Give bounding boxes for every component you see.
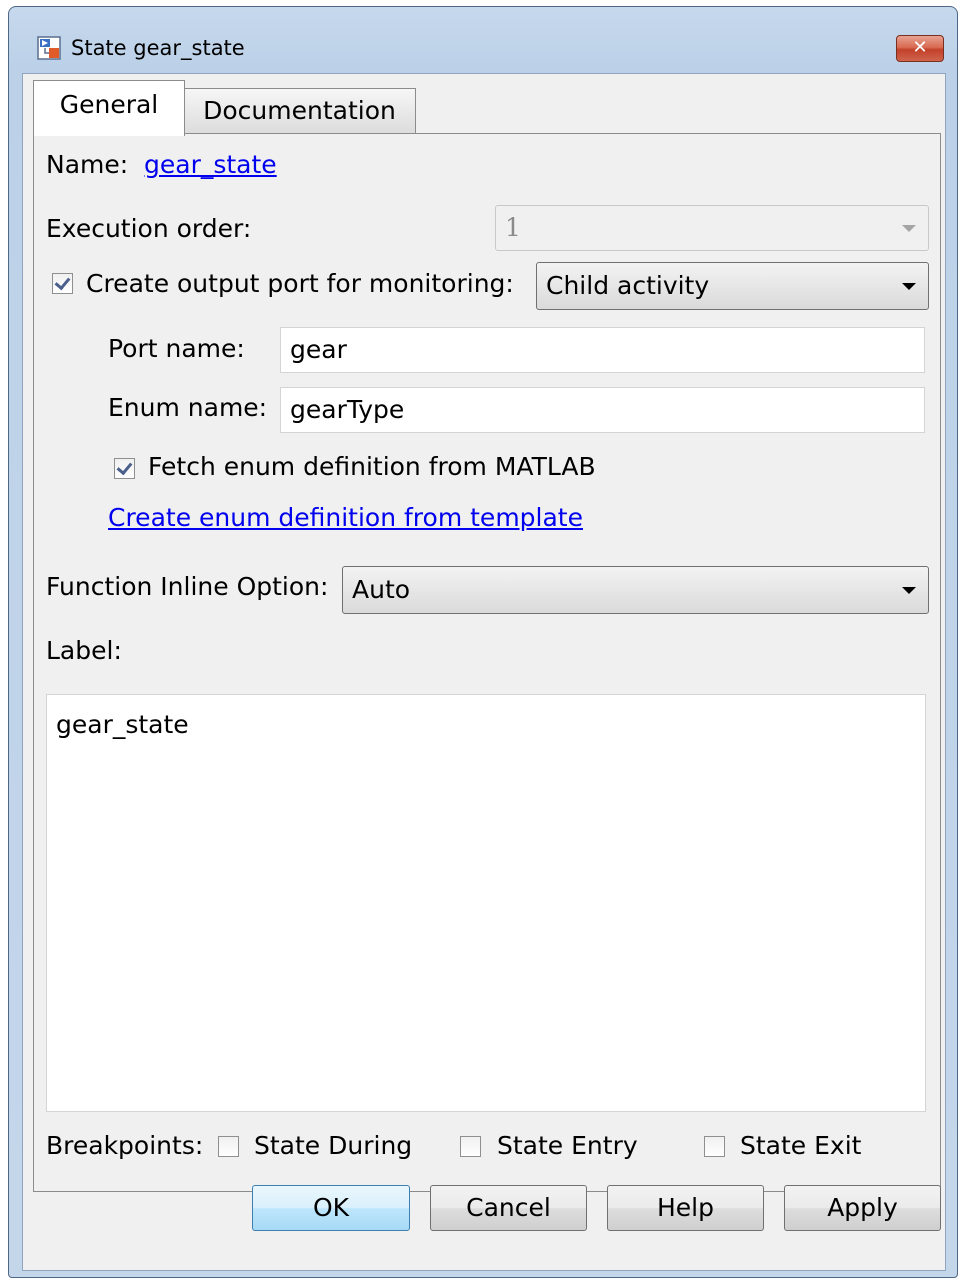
title-bar[interactable]: State gear_state ✕ (9, 7, 957, 69)
general-panel: Name: gear_state Execution order: 1 Crea… (33, 133, 941, 1192)
function-inline-label: Function Inline Option: (46, 572, 329, 601)
state-during-label: State During (254, 1131, 413, 1160)
tab-general[interactable]: General (33, 80, 185, 136)
apply-button[interactable]: Apply (784, 1185, 941, 1231)
window-title: State gear_state (71, 36, 245, 60)
label-label: Label: (46, 636, 122, 665)
tab-documentation[interactable]: Documentation (183, 88, 416, 134)
port-name-value: gear (290, 335, 347, 364)
create-enum-link[interactable]: Create enum definition from template (108, 503, 583, 532)
stateflow-state-icon (37, 36, 61, 60)
close-icon: ✕ (912, 37, 928, 58)
close-button[interactable]: ✕ (896, 35, 944, 62)
fetch-enum-checkbox[interactable] (114, 458, 135, 479)
create-output-port-checkbox[interactable] (52, 273, 73, 294)
state-during-checkbox[interactable] (218, 1136, 239, 1157)
create-output-port-label: Create output port for monitoring: (86, 269, 514, 298)
tab-general-label: General (59, 90, 159, 119)
name-label: Name: (46, 150, 129, 179)
label-textarea[interactable]: gear_state (46, 694, 926, 1112)
execution-order-value: 1 (505, 213, 521, 242)
label-value: gear_state (56, 710, 189, 739)
state-entry-label: State Entry (497, 1131, 638, 1160)
enum-name-value: gearType (290, 395, 405, 424)
state-exit-label: State Exit (740, 1131, 862, 1160)
execution-order-select: 1 (495, 205, 929, 251)
enum-name-field[interactable]: gearType (280, 387, 925, 433)
help-button[interactable]: Help (607, 1185, 764, 1231)
function-inline-value: Auto (352, 575, 411, 604)
port-name-label: Port name: (108, 334, 245, 363)
cancel-button[interactable]: Cancel (430, 1185, 587, 1231)
fetch-enum-label: Fetch enum definition from MATLAB (148, 452, 596, 481)
monitoring-value: Child activity (546, 271, 710, 300)
state-entry-checkbox[interactable] (460, 1136, 481, 1157)
function-inline-select[interactable]: Auto (342, 566, 929, 614)
state-exit-checkbox[interactable] (704, 1136, 725, 1157)
enum-name-label: Enum name: (108, 393, 268, 422)
chevron-down-icon (902, 283, 916, 290)
chevron-down-icon (902, 225, 916, 232)
execution-order-label: Execution order: (46, 214, 252, 243)
chevron-down-icon (902, 587, 916, 594)
dialog-window: State gear_state ✕ General Documentation… (8, 6, 958, 1278)
tab-documentation-label: Documentation (203, 96, 396, 125)
port-name-field[interactable]: gear (280, 327, 925, 373)
ok-button[interactable]: OK (252, 1185, 410, 1231)
dialog-body: General Documentation Name: gear_state E… (22, 73, 946, 1271)
breakpoints-label: Breakpoints: (46, 1131, 204, 1160)
monitoring-select[interactable]: Child activity (536, 262, 929, 310)
name-link[interactable]: gear_state (144, 150, 277, 179)
